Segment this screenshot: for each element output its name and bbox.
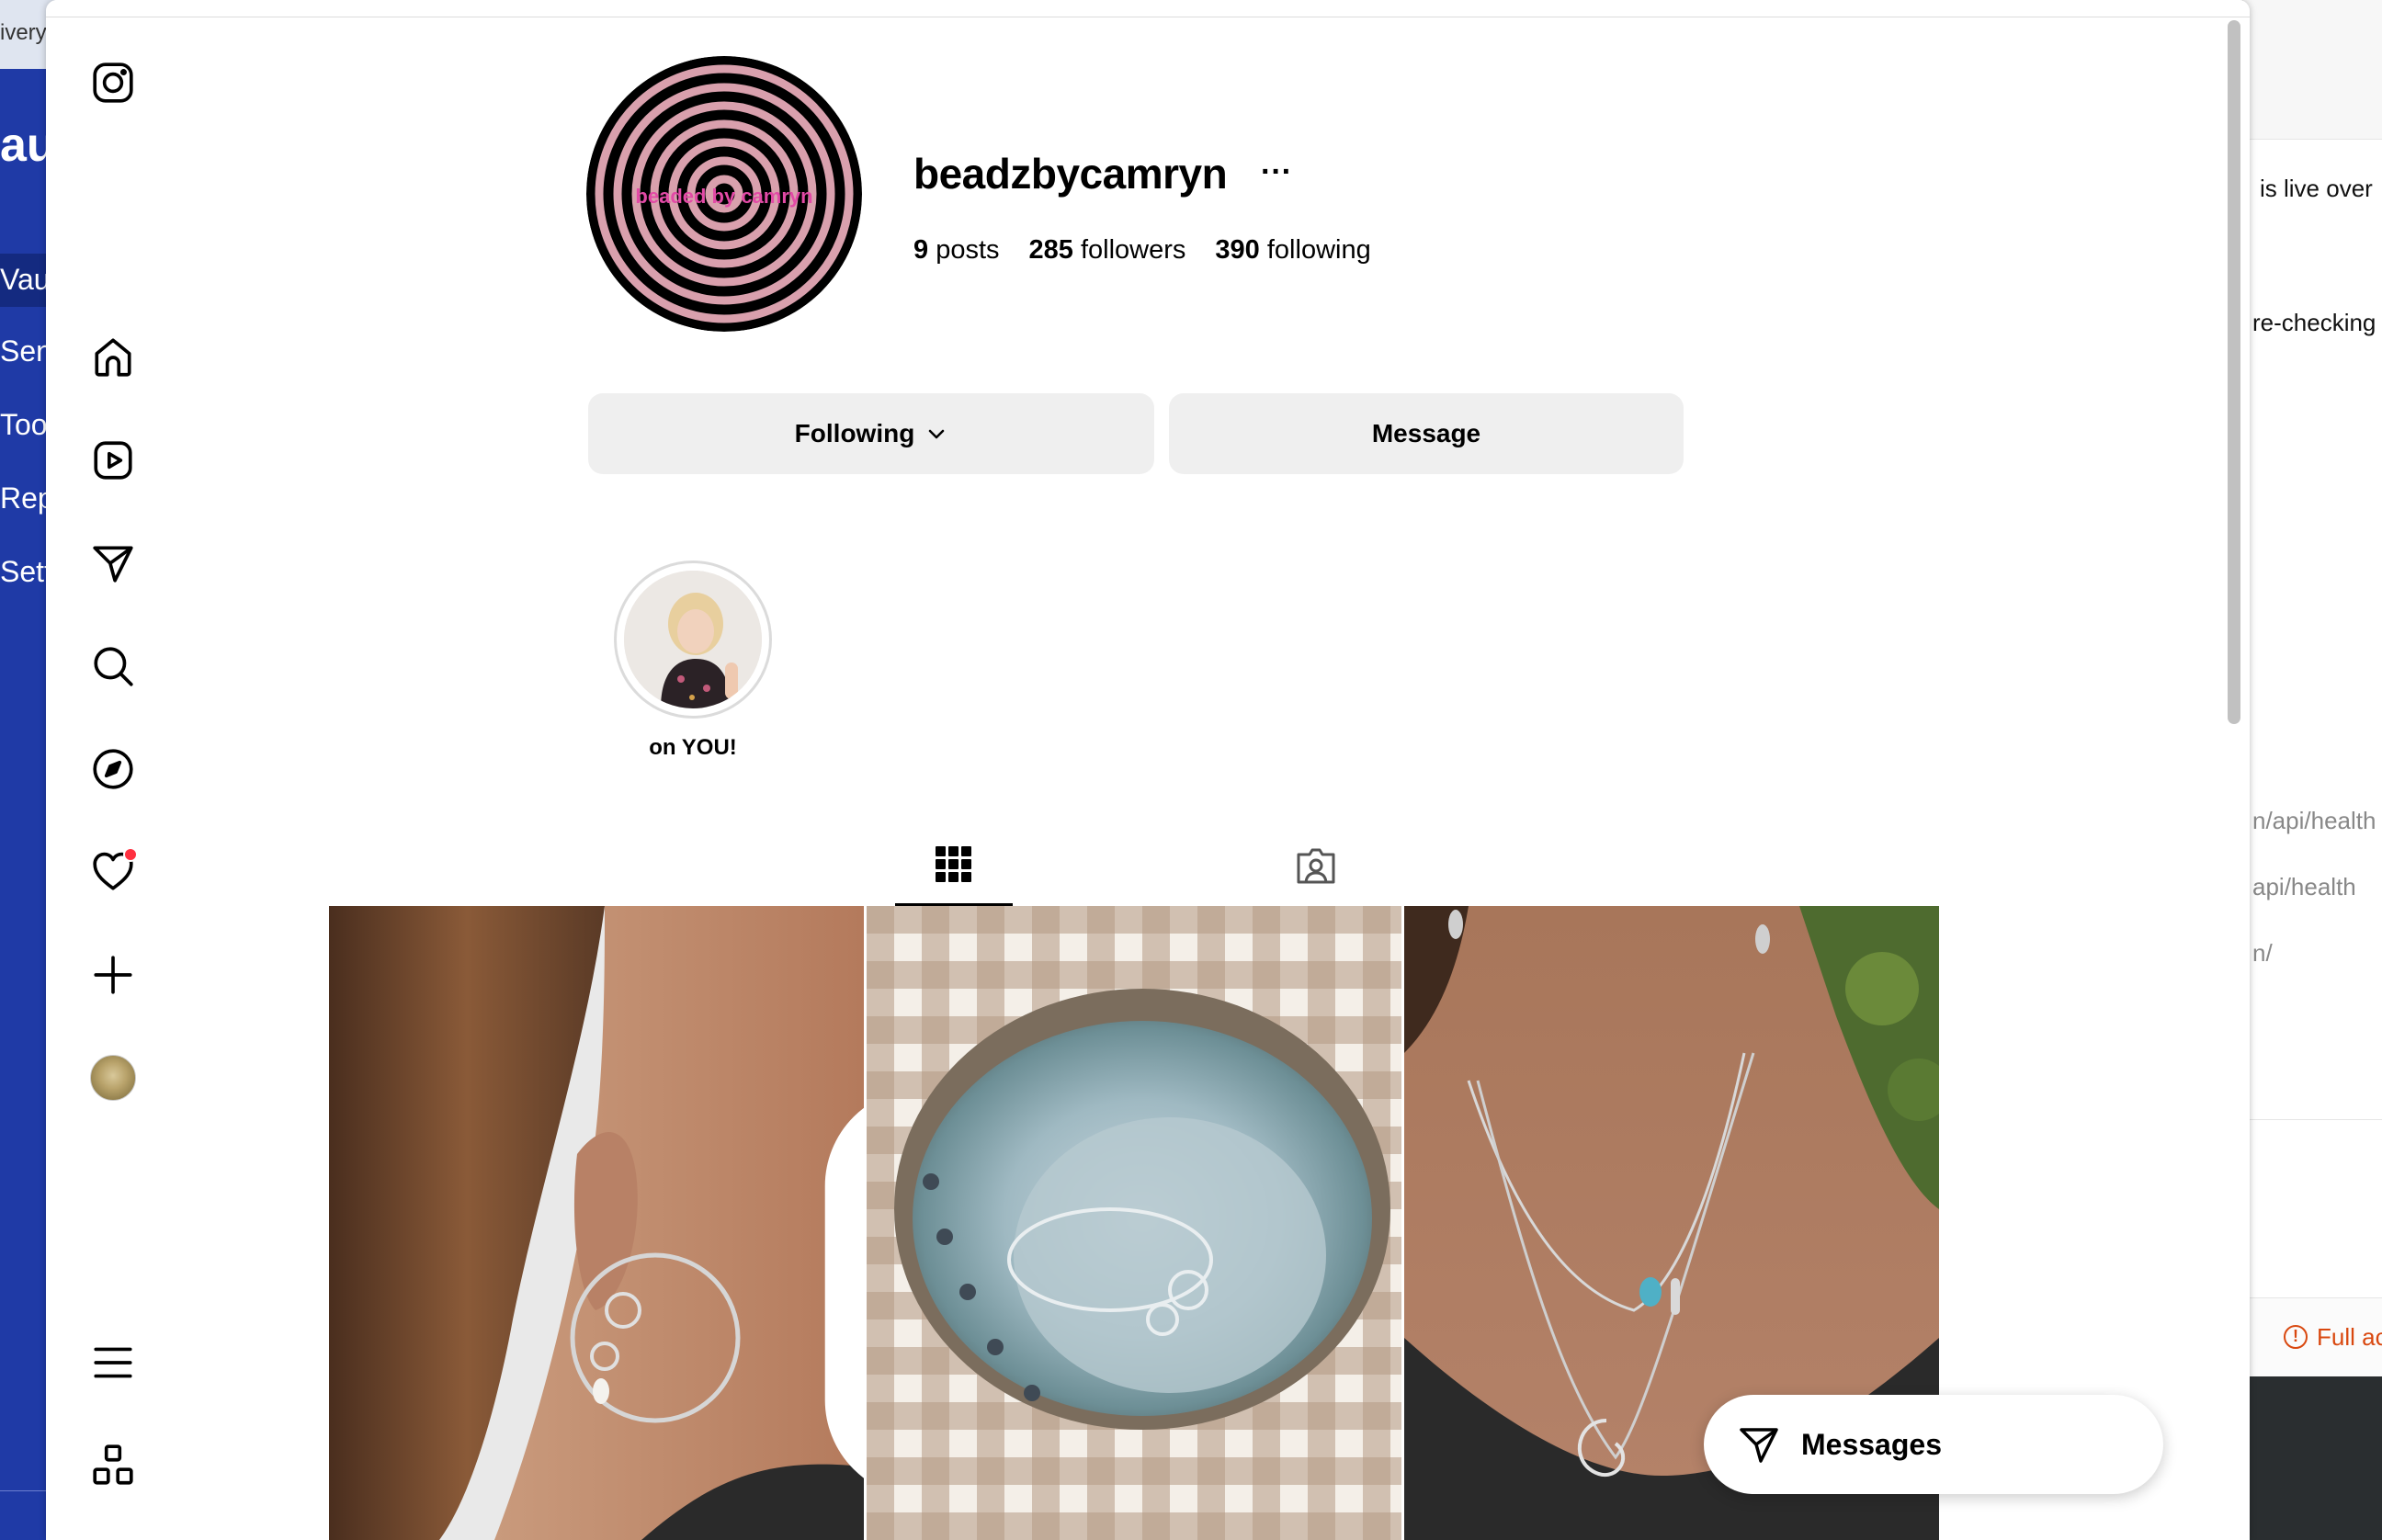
background-log-line: api/health — [2252, 873, 2356, 900]
message-button[interactable]: Message — [1169, 393, 1684, 474]
following-button-label: Following — [794, 419, 915, 447]
search-icon[interactable] — [88, 641, 138, 691]
profile-username: beadzbycamryn — [913, 150, 1228, 198]
profile-picture-text: beaded by camryn — [635, 185, 812, 208]
home-icon[interactable] — [88, 333, 138, 382]
apps-grid-icon[interactable] — [88, 1441, 138, 1490]
instagram-window: beaded by camryn beadzbycamryn ··· 9 pos… — [46, 0, 2250, 1540]
post-thumbnail[interactable] — [867, 906, 1401, 1540]
sidebar — [46, 17, 180, 1540]
divider — [2243, 1119, 2382, 1120]
reels-icon[interactable] — [88, 436, 138, 485]
posts-label: posts — [936, 235, 1000, 265]
scrollbar[interactable] — [2228, 20, 2240, 724]
background-app-right: is live over re-checking n/api/health ap… — [2242, 0, 2382, 1540]
messages-button[interactable]: Messages — [1704, 1395, 2163, 1494]
background-text: is live over — [2260, 175, 2373, 202]
followers-count: 285 — [1028, 235, 1073, 265]
posts-stat: 9 posts — [913, 235, 1000, 266]
followers-label: followers — [1080, 235, 1186, 265]
grid-icon — [936, 845, 971, 882]
tagged-icon — [1297, 848, 1335, 884]
background-image — [2243, 1376, 2382, 1540]
create-plus-icon[interactable] — [88, 950, 138, 1000]
menu-icon[interactable] — [88, 1338, 138, 1387]
following-stat[interactable]: 390 following — [1215, 235, 1370, 266]
post-thumbnail[interactable] — [329, 906, 864, 1540]
profile-picture[interactable]: beaded by camryn — [586, 56, 862, 332]
posts-count: 9 — [913, 235, 929, 265]
window-top-bar — [46, 0, 2250, 17]
message-button-label: Message — [1371, 419, 1481, 447]
tab-posts[interactable] — [895, 825, 1013, 906]
notification-dot — [123, 847, 138, 862]
highlight-label: on YOU! — [649, 735, 737, 760]
background-text: re-checking — [2252, 309, 2376, 336]
background-header — [2243, 0, 2382, 140]
scrollbar-thumb[interactable] — [2228, 20, 2240, 724]
carousel-icon — [824, 1107, 864, 1478]
messages-label: Messages — [1801, 1427, 1942, 1461]
more-options-button[interactable]: ··· — [1261, 154, 1292, 190]
warning-icon: ! — [2284, 1325, 2308, 1349]
background-warning-text: Full ac — [2317, 1323, 2382, 1351]
following-count: 390 — [1215, 235, 1260, 265]
avatar — [90, 1055, 136, 1101]
notifications-heart-icon[interactable] — [88, 847, 138, 897]
profile-stats: 9 posts 285 followers 390 following — [913, 235, 1371, 266]
following-label: following — [1266, 235, 1371, 265]
chevron-down-icon — [929, 429, 945, 439]
profile-avatar-icon[interactable] — [88, 1053, 138, 1103]
background-log-line: n/ — [2252, 939, 2273, 967]
highlight-cover — [624, 571, 762, 708]
following-button[interactable]: Following — [588, 393, 1154, 474]
tab-tagged[interactable] — [1257, 825, 1375, 906]
background-log-line: n/api/health — [2252, 807, 2376, 834]
direct-messages-icon — [1740, 1428, 1778, 1463]
instagram-logo-icon[interactable] — [88, 58, 138, 108]
explore-compass-icon[interactable] — [88, 744, 138, 794]
direct-messages-icon[interactable] — [88, 538, 138, 588]
background-tab-text: ivery — [0, 20, 47, 45]
followers-stat[interactable]: 285 followers — [1029, 235, 1186, 266]
story-highlight[interactable] — [614, 561, 772, 719]
